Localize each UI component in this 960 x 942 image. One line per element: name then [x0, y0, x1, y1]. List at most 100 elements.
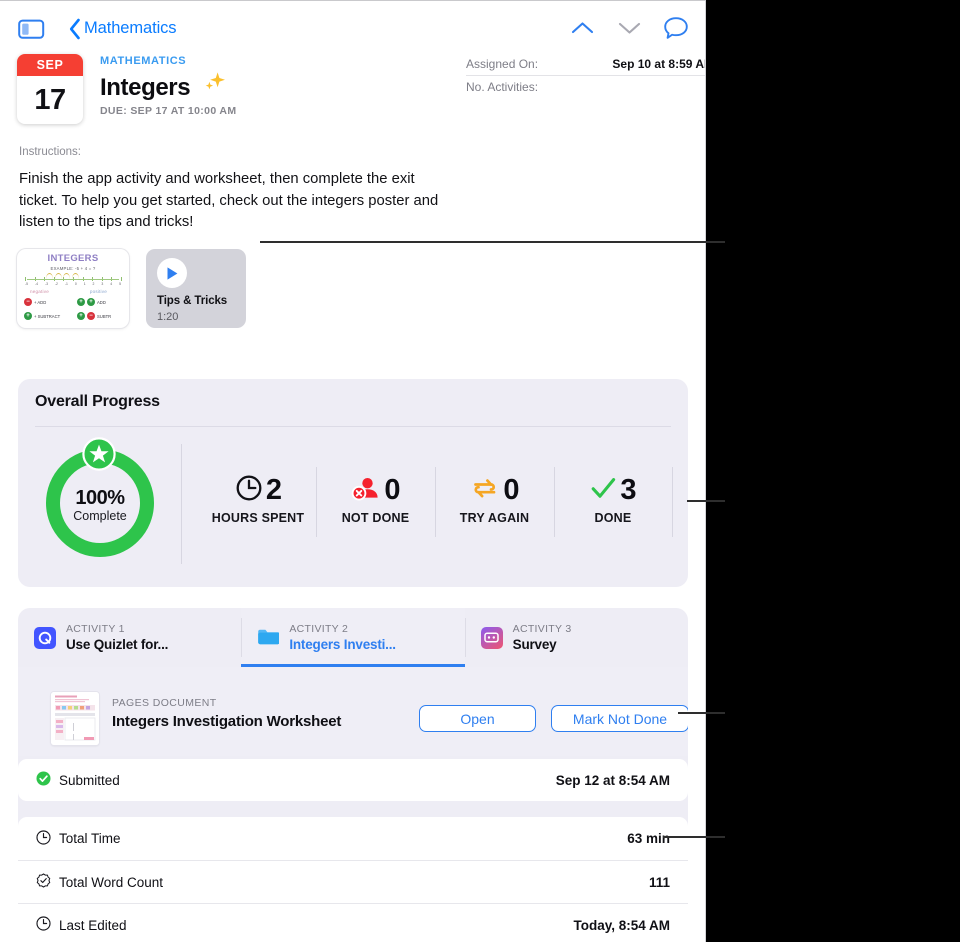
folder-icon: [257, 627, 280, 649]
tab-activity-1[interactable]: ACTIVITY 1 Use Quizlet for...: [18, 608, 241, 667]
submission-details-card: Total Time 63 min Total Word Count 111 L…: [18, 817, 688, 942]
divider: [672, 467, 673, 537]
quizlet-app-icon: [34, 626, 56, 649]
video-title: Tips & Tricks: [157, 295, 228, 307]
clock-icon: [235, 474, 263, 507]
tab-kicker: ACTIVITY 1: [66, 622, 125, 635]
callout-leader-line-attachments: [260, 241, 725, 243]
callout-leader-line-progress: [687, 500, 725, 502]
stat-label: NOT DONE: [341, 511, 410, 525]
tab-activity-3[interactable]: ACTIVITY 3 Survey: [464, 608, 688, 667]
detail-value: 111: [648, 874, 670, 890]
tab-kicker: ACTIVITY 2: [289, 622, 349, 635]
progress-percent: 100%: [75, 487, 125, 509]
chevron-up-icon[interactable]: [570, 19, 595, 37]
stat-label: DONE: [594, 511, 632, 525]
detail-value: Today, 8:54 AM: [573, 917, 670, 933]
due-date-label: DUE: SEP 17 AT 10:00 AM: [100, 105, 237, 117]
stat-value: 0: [503, 473, 519, 506]
detail-label: Total Time: [59, 831, 121, 846]
poster-rule: + + ADD: [77, 298, 106, 306]
content-pane: Mathematics SEP 17 MATHEMATICS Integers …: [0, 0, 706, 942]
integers-poster-thumbnail[interactable]: INTEGERS EXAMPLE: -5 + 4 = ? -5 -4 -3 -2…: [17, 249, 129, 328]
progress-ring: 100% Complete: [43, 437, 157, 560]
activity-tabs: ACTIVITY 1 Use Quizlet for... ACTIVITY 2…: [18, 608, 688, 667]
comment-bubble-icon[interactable]: [663, 16, 689, 41]
stat-done: 3 DONE: [554, 473, 672, 525]
checkmark-icon: [590, 474, 617, 507]
mark-not-done-button[interactable]: Mark Not Done: [551, 705, 688, 732]
overall-progress-title: Overall Progress: [35, 393, 160, 410]
stat-value: 3: [620, 473, 636, 506]
tab-label: Integers Investi...: [289, 636, 396, 652]
date-badge-day: 17: [34, 83, 66, 116]
back-button-label[interactable]: Mathematics: [84, 19, 177, 38]
poster-number-line: [27, 279, 119, 280]
detail-row-total-word-count: Total Word Count 111: [18, 860, 688, 903]
document-name: Integers Investigation Worksheet: [112, 713, 342, 730]
instructions-text: Finish the app activity and worksheet, t…: [19, 171, 439, 230]
stat-try-again: 0 TRY AGAIN: [435, 473, 554, 526]
detail-label-group: Total Word Count: [36, 873, 163, 891]
page-title: Integers: [100, 71, 227, 102]
pages-document-thumbnail[interactable]: [51, 692, 99, 745]
detail-label: Last Edited: [59, 917, 127, 933]
callout-leader-line-details: [663, 836, 725, 838]
detail-row-last-edited: Last Edited Today, 8:54 AM: [18, 903, 688, 942]
document-row: PAGES DOCUMENT Integers Investigation Wo…: [18, 667, 688, 756]
video-duration: 1:20: [157, 311, 179, 323]
chevron-down-icon[interactable]: [617, 19, 642, 37]
stat-value: 0: [384, 473, 400, 506]
poster-rule: − + ADD: [24, 298, 46, 306]
poster-number-labels: -5 -4 -3 -2 -1 0 12345: [25, 282, 121, 286]
poster-negative-label: negative: [30, 289, 49, 294]
poster-rule: + + SUBTRACT: [24, 312, 60, 320]
assignment-title-text: Integers: [100, 74, 191, 101]
divider: [181, 444, 182, 564]
sparkles-icon: [203, 71, 227, 100]
tab-kicker: ACTIVITY 3: [512, 622, 572, 635]
play-icon[interactable]: [157, 258, 187, 288]
person-x-icon: [351, 474, 381, 507]
tab-label: Use Quizlet for...: [66, 636, 169, 652]
progress-complete-label: Complete: [73, 509, 127, 523]
detail-label-group: Total Time: [36, 829, 121, 848]
instructions-label: Instructions:: [19, 146, 81, 158]
star-badge-icon: [82, 437, 116, 471]
callout-leader-line-buttons: [678, 712, 725, 714]
meta-key: Assigned On:: [466, 57, 539, 71]
clock-icon: [36, 829, 51, 848]
stat-not-done: 0 NOT DONE: [316, 473, 435, 526]
tips-and-tricks-video-card[interactable]: Tips & Tricks 1:20: [146, 249, 246, 328]
submitted-status-row: Submitted Sep 12 at 8:54 AM: [18, 759, 688, 801]
stat-value: 2: [265, 473, 282, 506]
attachment-list: INTEGERS EXAMPLE: -5 + 4 = ? -5 -4 -3 -2…: [17, 249, 246, 328]
poster-example: EXAMPLE: -5 + 4 = ?: [50, 266, 96, 271]
stat-label: TRY AGAIN: [459, 511, 530, 525]
poster-rule: + − SUBTR: [77, 312, 111, 320]
table-row: Assigned On: Sep 10 at 8:59 AM: [466, 53, 706, 75]
table-row: No. Activities: 3: [466, 75, 705, 97]
badge-check-icon: [36, 873, 51, 891]
poster-positive-label: positive: [89, 289, 107, 294]
detail-label-group: Last Edited: [36, 916, 127, 934]
chevron-left-icon[interactable]: [68, 16, 82, 42]
tab-activity-2[interactable]: ACTIVITY 2 Integers Investi...: [241, 608, 465, 667]
sidebar-toggle-icon[interactable]: [18, 18, 46, 40]
screenshot-root: Mathematics SEP 17 MATHEMATICS Integers …: [0, 0, 960, 942]
submitted-label-group: Submitted: [36, 771, 120, 789]
assignment-meta-table: Assigned On: Sep 10 at 8:59 AM No. Activ…: [466, 53, 706, 97]
clock-icon: [36, 916, 51, 934]
divider: [35, 426, 671, 427]
submitted-timestamp: Sep 12 at 8:54 AM: [555, 772, 670, 788]
stat-label: HOURS SPENT: [211, 511, 305, 525]
tab-label: Survey: [512, 636, 557, 652]
open-button[interactable]: Open: [419, 705, 536, 732]
document-kicker: PAGES DOCUMENT: [112, 697, 217, 709]
check-circle-icon: [36, 771, 51, 789]
detail-label: Total Word Count: [59, 874, 164, 890]
meta-key: No. Activities:: [466, 79, 539, 94]
stat-hours-spent: 2 HOURS SPENT: [196, 473, 320, 526]
meta-value: Sep 10 at 8:59 AM: [612, 57, 706, 71]
try-again-icon: [470, 474, 500, 507]
